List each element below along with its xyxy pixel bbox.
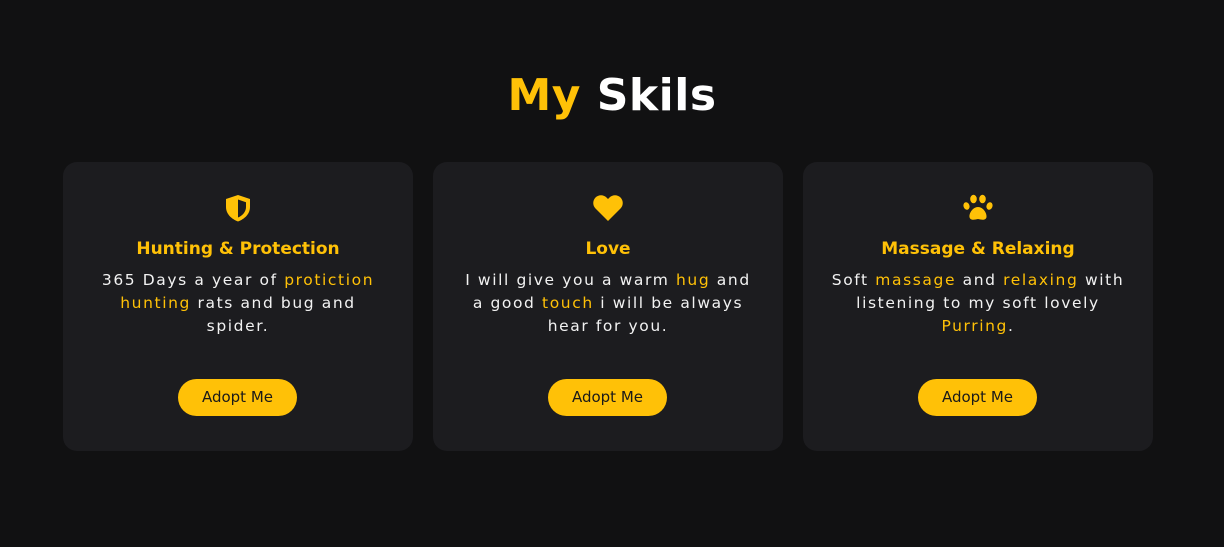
heart-icon [433,192,783,224]
highlight-text: relaxing [1003,271,1079,289]
highlight-text: massage [875,271,957,289]
card-title: Massage & Relaxing [881,239,1075,259]
adopt-me-button[interactable]: Adopt Me [918,379,1037,416]
body-text: 365 Days a year of [101,271,285,289]
body-text: rats and bug and spider. [190,294,356,335]
body-text: and [956,271,1004,289]
card-title: Hunting & Protection [136,239,340,259]
page-title: My Skils [0,64,1224,128]
skill-card-massage: Massage & Relaxing Soft massage and rela… [803,162,1153,451]
page-title-rest: Skils [596,70,717,121]
skill-card-love: Love I will give you a warm hug and a go… [433,162,783,451]
card-description: Soft massage and relaxing with listening… [828,269,1128,338]
page-title-accent: My [507,70,581,121]
body-text: I will give you a warm [465,271,676,289]
body-text: Soft [831,271,876,289]
skill-card-hunting: Hunting & Protection 365 Days a year of … [63,162,413,451]
body-text: . [1008,317,1015,335]
adopt-me-button[interactable]: Adopt Me [178,379,297,416]
card-title: Love [585,239,631,259]
shield-icon [63,192,413,224]
skills-cards: Hunting & Protection 365 Days a year of … [63,162,1153,451]
highlight-text: Purring [941,317,1008,335]
paw-icon [803,192,1153,224]
highlight-text: hug [675,271,711,289]
adopt-me-button[interactable]: Adopt Me [548,379,667,416]
card-description: I will give you a warm hug and a good to… [458,269,758,338]
highlight-text: touch [542,294,594,312]
card-description: 365 Days a year of protiction hunting ra… [88,269,388,338]
